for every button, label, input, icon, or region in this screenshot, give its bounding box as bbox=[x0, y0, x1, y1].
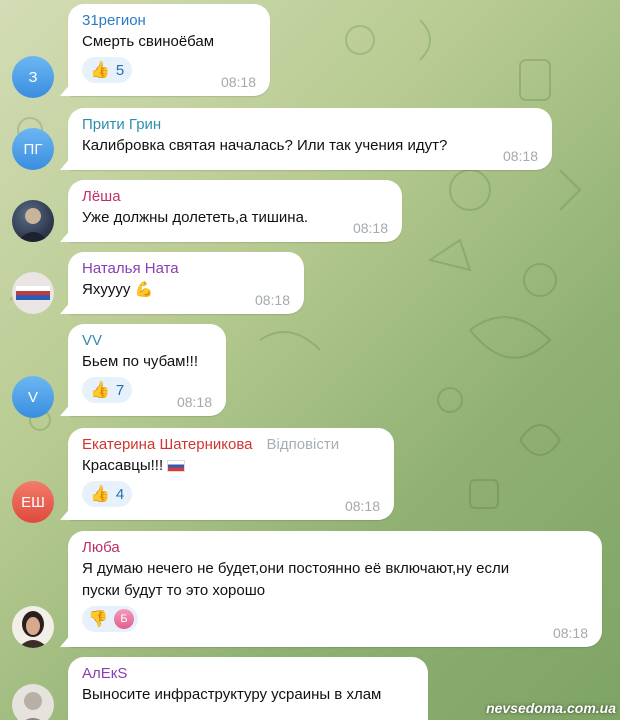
thumbs-down-icon: 👎 bbox=[88, 611, 108, 628]
avatar[interactable] bbox=[12, 272, 54, 314]
avatar[interactable]: ПГ bbox=[12, 128, 54, 170]
author-name[interactable]: АлЕкS bbox=[82, 664, 416, 684]
message-time: 08:18 bbox=[344, 498, 380, 514]
author-name: Екатерина Шатерникова Відповісти bbox=[82, 435, 382, 455]
message-text: Бьем по чубам!!! bbox=[82, 353, 199, 370]
author-name[interactable]: Лёша bbox=[82, 187, 390, 207]
russia-flag-icon bbox=[167, 460, 186, 473]
reply-link[interactable]: Відповісти bbox=[267, 436, 340, 453]
avatar-photo-icon bbox=[18, 611, 48, 648]
reaction-button[interactable]: 👎 Б bbox=[82, 606, 138, 632]
avatar[interactable]: ЕШ bbox=[12, 481, 54, 523]
message-text: Уже должны долететь,а тишина. bbox=[82, 209, 309, 226]
message-time: 08:18 bbox=[254, 292, 290, 308]
message-text: Красавцы!!! bbox=[82, 455, 382, 477]
avatar[interactable] bbox=[12, 684, 54, 720]
avatar[interactable] bbox=[12, 200, 54, 242]
message-time: 08:18 bbox=[552, 625, 588, 641]
author-name[interactable]: Наталья Ната bbox=[82, 259, 292, 279]
message-text-line-1: Я думаю нечего не будет,они постоянно её… bbox=[82, 560, 510, 577]
author-name[interactable]: VV bbox=[82, 331, 214, 351]
message-text: Калибровка святая началась? Или так учен… bbox=[82, 137, 448, 154]
avatar[interactable]: V bbox=[12, 376, 54, 418]
avatar[interactable]: З bbox=[12, 56, 54, 98]
flexed-biceps-icon: 💪 bbox=[134, 281, 154, 298]
avatar[interactable] bbox=[12, 606, 54, 648]
author-name-text[interactable]: Екатерина Шатерникова bbox=[82, 436, 253, 453]
thumbs-up-icon: 👍 bbox=[90, 486, 110, 503]
reaction-button[interactable]: 👍 4 bbox=[82, 481, 133, 507]
watermark: nevsedoma.com.ua bbox=[486, 700, 616, 716]
avatar-photo-icon bbox=[17, 208, 49, 242]
message-text: Выносите инфраструктуру усраины в хлам bbox=[82, 686, 382, 703]
reaction-count: 5 bbox=[115, 61, 125, 79]
thumbs-up-icon: 👍 bbox=[90, 382, 110, 399]
reaction-button[interactable]: 👍 5 bbox=[82, 57, 133, 83]
reaction-count: 7 bbox=[115, 381, 125, 399]
message-time: 08:18 bbox=[352, 220, 388, 236]
message-time: 08:18 bbox=[502, 148, 538, 164]
avatar-photo-icon bbox=[24, 692, 42, 720]
message-text: Смерть свиноёбам bbox=[82, 33, 215, 50]
message-time: 08:18 bbox=[176, 394, 212, 410]
reaction-button[interactable]: 👍 7 bbox=[82, 377, 133, 403]
message-time: 08:18 bbox=[220, 74, 256, 90]
message-text-line-2: пуски будут то это хорошо bbox=[82, 582, 266, 599]
author-name[interactable]: 31регион bbox=[82, 11, 258, 31]
author-name[interactable]: Люба bbox=[82, 538, 590, 558]
reactor-avatar: Б bbox=[113, 609, 134, 629]
avatar-photo-icon bbox=[16, 286, 50, 300]
reaction-count: 4 bbox=[115, 485, 125, 503]
thumbs-up-icon: 👍 bbox=[90, 62, 110, 79]
author-name[interactable]: Прити Грин bbox=[82, 115, 540, 135]
